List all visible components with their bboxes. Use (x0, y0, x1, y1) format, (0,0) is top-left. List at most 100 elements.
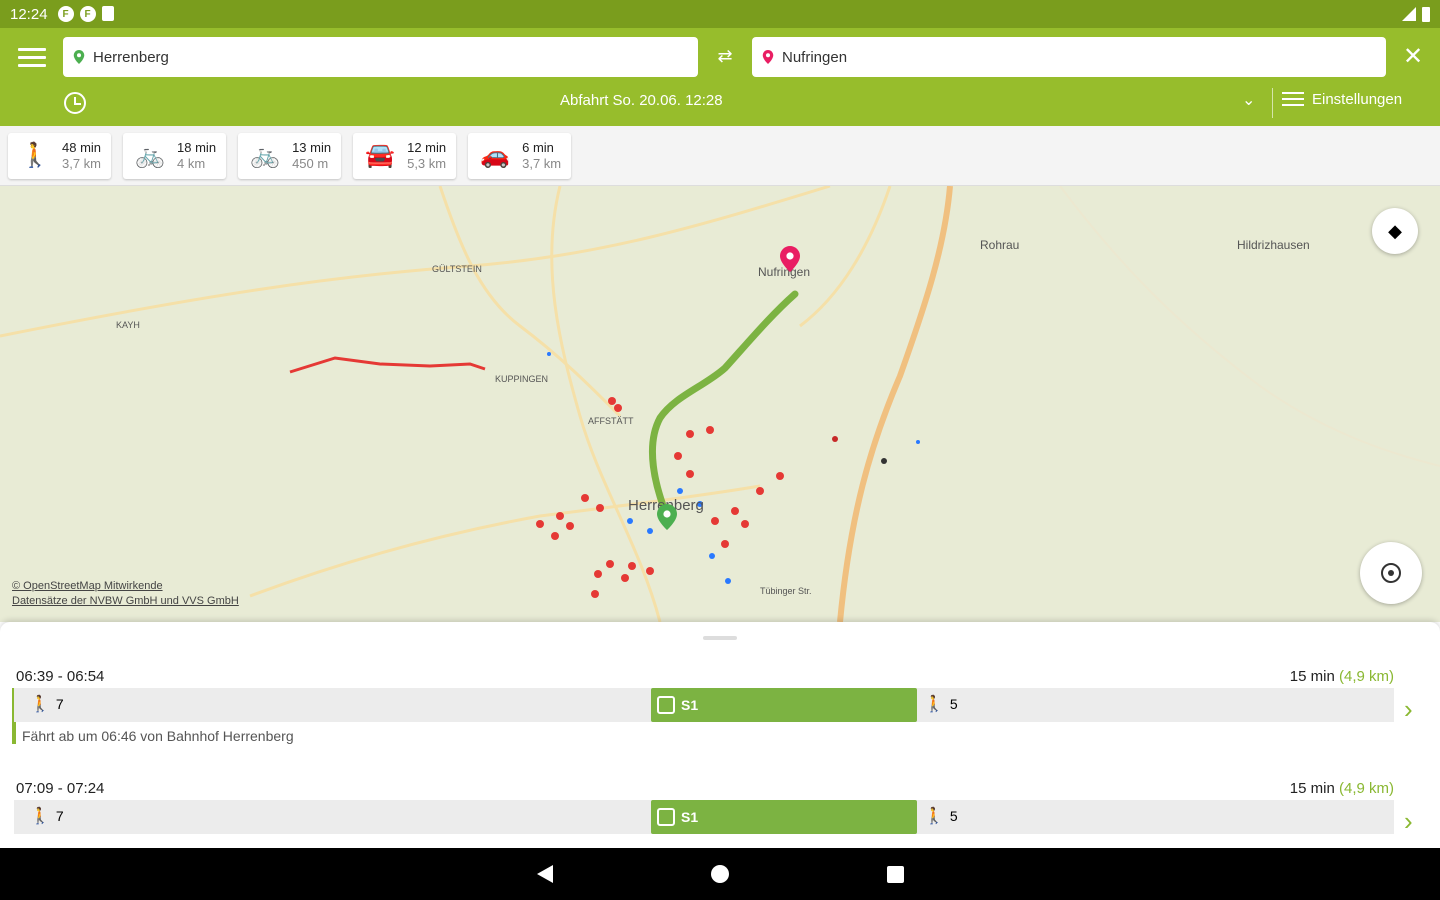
origin-text: Herrenberg (93, 48, 169, 66)
mode-distance: 3,7 km (62, 155, 102, 171)
system-nav-bar (0, 848, 1440, 900)
status-bar: 12:24 F F (0, 0, 1440, 28)
walk-icon: 🚶 (924, 808, 944, 825)
swap-icon[interactable]: ⇄ (713, 46, 737, 68)
mode-duration: 18 min (177, 139, 217, 155)
recents-icon[interactable] (886, 865, 904, 883)
notification-app-icon: F (57, 6, 74, 22)
walk-segment: 🚶 7 (30, 694, 64, 714)
back-icon[interactable] (536, 865, 553, 883)
osm-attribution-link[interactable]: © OpenStreetMap Mitwirkende (12, 579, 239, 594)
train-segment: S1 (651, 688, 917, 722)
map-label-hildrizhausen: Hildrizhausen (1237, 238, 1310, 252)
map-label-gueltstein: GÜLTSTEIN (432, 264, 482, 274)
mode-duration: 48 min (62, 139, 102, 155)
train-icon (657, 696, 675, 714)
trip-list-sheet: 06:39 - 06:54 15 min (4,9 km) 🚶 7 S1 🚶 5… (0, 622, 1440, 848)
mode-walk[interactable]: 🚶 48 min 3,7 km (8, 132, 112, 179)
mode-car[interactable]: 🚗 6 min 3,7 km (468, 132, 572, 179)
menu-button[interactable] (18, 48, 46, 70)
car-share-icon: 🚘 (365, 142, 396, 169)
mode-duration: 6 min (522, 139, 554, 155)
walk-minutes: 5 (949, 808, 958, 824)
bike-icon: 🚲 (135, 142, 165, 169)
battery-icon (1422, 6, 1430, 22)
origin-pin-icon (73, 50, 85, 64)
home-icon[interactable] (710, 865, 729, 883)
trip-result[interactable]: 06:39 - 06:54 15 min (4,9 km) 🚶 7 S1 🚶 5… (0, 668, 1440, 780)
trip-segments-bar[interactable]: 🚶 7 S1 🚶 5 (14, 800, 1394, 834)
chevron-down-icon[interactable]: ⌄ (1242, 90, 1255, 110)
trip-duration: 15 min (4,9 km) (1290, 780, 1394, 797)
close-icon[interactable]: ✕ (1400, 42, 1426, 72)
walk-minutes: 5 (949, 696, 958, 712)
trip-time-range: 07:09 - 07:24 (16, 780, 105, 797)
chevron-right-icon[interactable]: › (1404, 694, 1413, 725)
walk-icon: 🚶 (30, 808, 50, 825)
origin-field[interactable]: Herrenberg (63, 37, 698, 77)
layers-button[interactable]: ◆ (1372, 208, 1418, 254)
walk-minutes: 7 (55, 696, 64, 712)
car-icon: 🚗 (480, 142, 511, 169)
mode-duration: 13 min (292, 139, 332, 155)
header-divider (1272, 88, 1273, 118)
trip-distance: (4,9 km) (1338, 668, 1394, 685)
trip-duration-value: 15 min (1289, 780, 1335, 797)
trip-time-range: 06:39 - 06:54 (16, 668, 105, 685)
layers-icon: ◆ (1388, 220, 1402, 241)
sd-card-icon (101, 6, 114, 21)
mode-bike-share[interactable]: 🚲 13 min 450 m (238, 132, 342, 179)
notification-icons: F F (57, 6, 114, 22)
mode-duration: 12 min (407, 139, 447, 155)
mode-distance: 4 km (177, 155, 206, 171)
my-location-icon (1381, 563, 1401, 583)
map-label-kuppingen: KUPPINGEN (495, 374, 549, 384)
my-location-button[interactable] (1360, 542, 1422, 604)
data-attribution-link[interactable]: Datensätze der NVBW GmbH und VVS GmbH (12, 594, 239, 609)
walk-icon: 🚶 (20, 142, 50, 169)
map-attribution: © OpenStreetMap Mitwirkende Datensätze d… (12, 579, 239, 609)
walk-segment: 🚶 7 (30, 806, 64, 826)
clock-icon[interactable] (64, 92, 86, 114)
walk-segment: 🚶 5 (924, 694, 958, 714)
origin-marker-icon (657, 504, 677, 530)
map-label-road: Tübinger Str. (760, 586, 812, 596)
chevron-right-icon[interactable]: › (1404, 806, 1413, 837)
walk-icon: 🚶 (30, 696, 50, 713)
mode-distance: 450 m (292, 155, 329, 171)
trip-departure-note: Fährt ab um 06:46 von Bahnhof Herrenberg (22, 728, 294, 744)
mode-bike[interactable]: 🚲 18 min 4 km (123, 132, 227, 179)
mode-car-share[interactable]: 🚘 12 min 5,3 km (353, 132, 457, 179)
trip-distance: (4,9 km) (1338, 780, 1394, 797)
bike-share-icon: 🚲 (250, 142, 280, 169)
destination-marker-icon (780, 246, 800, 272)
map-label-rohrau: Rohrau (980, 238, 1020, 252)
mode-distance: 5,3 km (407, 155, 447, 171)
walk-minutes: 7 (55, 808, 64, 824)
train-icon (657, 808, 675, 826)
trip-segments-bar[interactable]: 🚶 7 S1 🚶 5 (14, 688, 1394, 722)
settings-button[interactable]: Einstellungen (1282, 90, 1402, 108)
map-label-affstaett: AFFSTÄTT (588, 416, 634, 426)
settings-label: Einstellungen (1312, 90, 1403, 108)
app-header: Herrenberg ⇄ Nufringen ✕ Abfahrt So. 20.… (0, 28, 1440, 126)
tune-icon (1282, 90, 1304, 108)
sheet-drag-handle[interactable] (703, 636, 737, 640)
train-line: S1 (681, 697, 699, 713)
train-segment: S1 (651, 800, 917, 834)
departure-time[interactable]: Abfahrt So. 20.06. 12:28 (560, 92, 890, 109)
destination-field[interactable]: Nufringen (752, 37, 1386, 77)
status-time: 12:24 (10, 5, 48, 23)
mode-selector: 🚶 48 min 3,7 km 🚲 18 min 4 km 🚲 13 min 4… (0, 126, 1440, 186)
mode-distance: 3,7 km (522, 155, 562, 171)
map-label-kayh: KAYH (116, 320, 140, 330)
signal-icon (1402, 7, 1416, 21)
map-canvas (0, 186, 1440, 622)
trip-duration-value: 15 min (1289, 668, 1335, 685)
trip-duration: 15 min (4,9 km) (1290, 668, 1394, 685)
train-line: S1 (681, 809, 699, 825)
notification-app-icon: F (79, 6, 96, 22)
destination-pin-icon (762, 50, 774, 64)
walk-segment: 🚶 5 (924, 806, 958, 826)
map-view[interactable]: Nufringen Rohrau Hildrizhausen Herrenber… (0, 186, 1440, 622)
